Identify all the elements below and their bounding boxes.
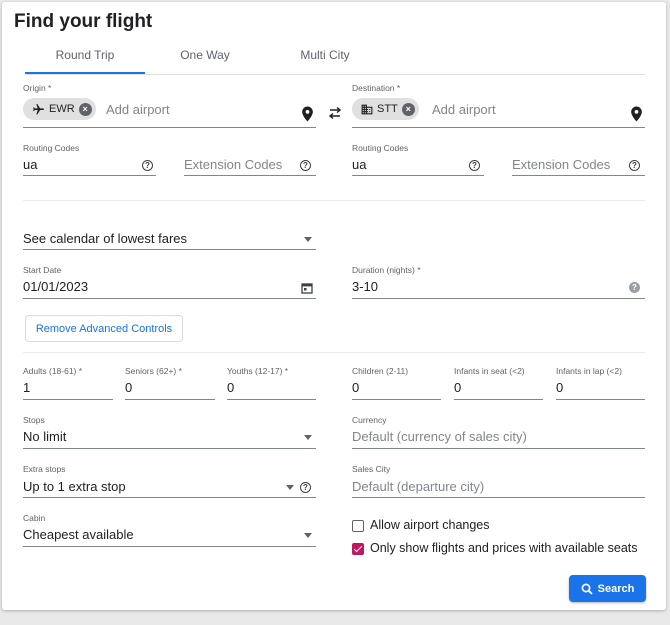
flight-search-card: Find your flight Round Trip One Way Mult… bbox=[2, 2, 666, 610]
search-icon bbox=[581, 583, 593, 595]
chevron-down-icon[interactable] bbox=[286, 485, 294, 490]
location-pin-icon[interactable] bbox=[301, 106, 314, 122]
extra-stops-select[interactable]: Up to 1 extra stop bbox=[23, 479, 126, 494]
children-input[interactable]: 0 bbox=[352, 380, 359, 395]
chevron-down-icon[interactable] bbox=[304, 435, 312, 440]
tab-one-way[interactable]: One Way bbox=[145, 48, 265, 62]
duration-label: Duration (nights) * bbox=[352, 265, 421, 275]
infants-seat-label: Infants in seat (<2) bbox=[454, 366, 525, 376]
origin-chip[interactable]: EWR × bbox=[23, 98, 96, 120]
help-icon[interactable]: ? bbox=[629, 282, 640, 293]
youths-label: Youths (12-17) * bbox=[227, 366, 289, 376]
allow-airport-changes-label: Allow airport changes bbox=[370, 518, 490, 532]
children-label: Children (2-11) bbox=[352, 366, 409, 376]
origin-chip-code: EWR bbox=[49, 103, 75, 115]
adults-input[interactable]: 1 bbox=[23, 380, 30, 395]
section-divider bbox=[23, 200, 645, 201]
routing-codes-input[interactable]: ua bbox=[352, 157, 366, 172]
search-button[interactable]: Search bbox=[569, 575, 646, 602]
origin-label: Origin * bbox=[23, 83, 52, 93]
tab-round-trip[interactable]: Round Trip bbox=[25, 48, 145, 62]
seniors-label: Seniors (62+) * bbox=[125, 366, 182, 376]
destination-label: Destination * bbox=[352, 83, 401, 93]
extra-stops-underline bbox=[23, 497, 316, 498]
start-date-underline bbox=[23, 298, 316, 299]
tab-divider bbox=[25, 74, 645, 75]
help-icon[interactable]: ? bbox=[142, 160, 153, 171]
airplane-icon bbox=[33, 103, 44, 114]
extension-codes-underline bbox=[184, 175, 316, 176]
destination-chip-code: STT bbox=[377, 103, 398, 115]
chevron-down-icon[interactable] bbox=[304, 237, 312, 242]
chevron-down-icon[interactable] bbox=[304, 533, 312, 538]
infants-seat-underline bbox=[454, 399, 543, 400]
adults-underline bbox=[23, 399, 113, 400]
sales-city-input[interactable]: Default (departure city) bbox=[352, 479, 484, 494]
extension-codes-input[interactable]: Extension Codes bbox=[184, 157, 282, 172]
page-title: Find your flight bbox=[14, 11, 153, 32]
help-icon[interactable]: ? bbox=[629, 160, 640, 171]
stops-label: Stops bbox=[23, 415, 45, 425]
origin-underline bbox=[23, 127, 316, 128]
currency-label: Currency bbox=[352, 415, 387, 425]
extra-stops-label: Extra stops bbox=[23, 464, 66, 474]
swap-icon[interactable] bbox=[327, 106, 343, 120]
currency-underline bbox=[352, 448, 645, 449]
routing-codes-underline bbox=[23, 175, 156, 176]
search-button-label: Search bbox=[597, 582, 635, 595]
building-icon bbox=[361, 104, 373, 114]
section-divider bbox=[23, 352, 645, 353]
calendar-select[interactable]: See calendar of lowest fares bbox=[23, 231, 187, 246]
origin-input[interactable]: Add airport bbox=[106, 102, 170, 117]
start-date-input[interactable]: 01/01/2023 bbox=[23, 279, 88, 294]
cabin-label: Cabin bbox=[23, 513, 46, 523]
extension-codes-input[interactable]: Extension Codes bbox=[512, 157, 610, 172]
seniors-input[interactable]: 0 bbox=[125, 380, 132, 395]
help-icon[interactable]: ? bbox=[469, 160, 480, 171]
routing-codes-underline bbox=[352, 175, 484, 176]
stops-select[interactable]: No limit bbox=[23, 429, 66, 444]
routing-codes-input[interactable]: ua bbox=[23, 157, 37, 172]
duration-input[interactable]: 3-10 bbox=[352, 279, 378, 294]
stops-underline bbox=[23, 448, 316, 449]
remove-origin-icon[interactable]: × bbox=[78, 102, 92, 116]
extension-codes-underline bbox=[512, 175, 645, 176]
infants-lap-underline bbox=[556, 399, 645, 400]
help-icon[interactable]: ? bbox=[300, 160, 311, 171]
infants-lap-label: Infants in lap (<2) bbox=[556, 366, 622, 376]
routing-codes-label: Routing Codes bbox=[23, 143, 80, 153]
infants-seat-input[interactable]: 0 bbox=[454, 380, 461, 395]
available-seats-label: Only show flights and prices with availa… bbox=[370, 541, 638, 555]
destination-input[interactable]: Add airport bbox=[432, 102, 496, 117]
location-pin-icon[interactable] bbox=[630, 106, 643, 122]
adults-label: Adults (18-61) * bbox=[23, 366, 83, 376]
calendar-icon[interactable] bbox=[301, 282, 313, 294]
remove-advanced-controls-button[interactable]: Remove Advanced Controls bbox=[25, 315, 183, 342]
infants-lap-input[interactable]: 0 bbox=[556, 380, 563, 395]
youths-underline bbox=[227, 399, 316, 400]
duration-underline bbox=[352, 298, 645, 299]
children-underline bbox=[352, 399, 441, 400]
destination-underline bbox=[352, 127, 645, 128]
destination-chip[interactable]: STT × bbox=[352, 98, 419, 120]
start-date-label: Start Date bbox=[23, 265, 62, 275]
currency-input[interactable]: Default (currency of sales city) bbox=[352, 429, 527, 444]
allow-airport-changes-checkbox[interactable] bbox=[352, 520, 364, 532]
active-tab-indicator bbox=[25, 72, 145, 74]
routing-codes-label: Routing Codes bbox=[352, 143, 409, 153]
tab-multi-city[interactable]: Multi City bbox=[265, 48, 385, 62]
help-icon[interactable]: ? bbox=[300, 482, 311, 493]
sales-city-label: Sales City bbox=[352, 464, 391, 474]
sales-city-underline bbox=[352, 497, 645, 498]
cabin-select[interactable]: Cheapest available bbox=[23, 527, 134, 542]
remove-destination-icon[interactable]: × bbox=[401, 102, 415, 116]
youths-input[interactable]: 0 bbox=[227, 380, 234, 395]
cabin-underline bbox=[23, 546, 316, 547]
seniors-underline bbox=[125, 399, 215, 400]
available-seats-checkbox[interactable] bbox=[352, 543, 364, 555]
calendar-underline bbox=[23, 249, 316, 250]
